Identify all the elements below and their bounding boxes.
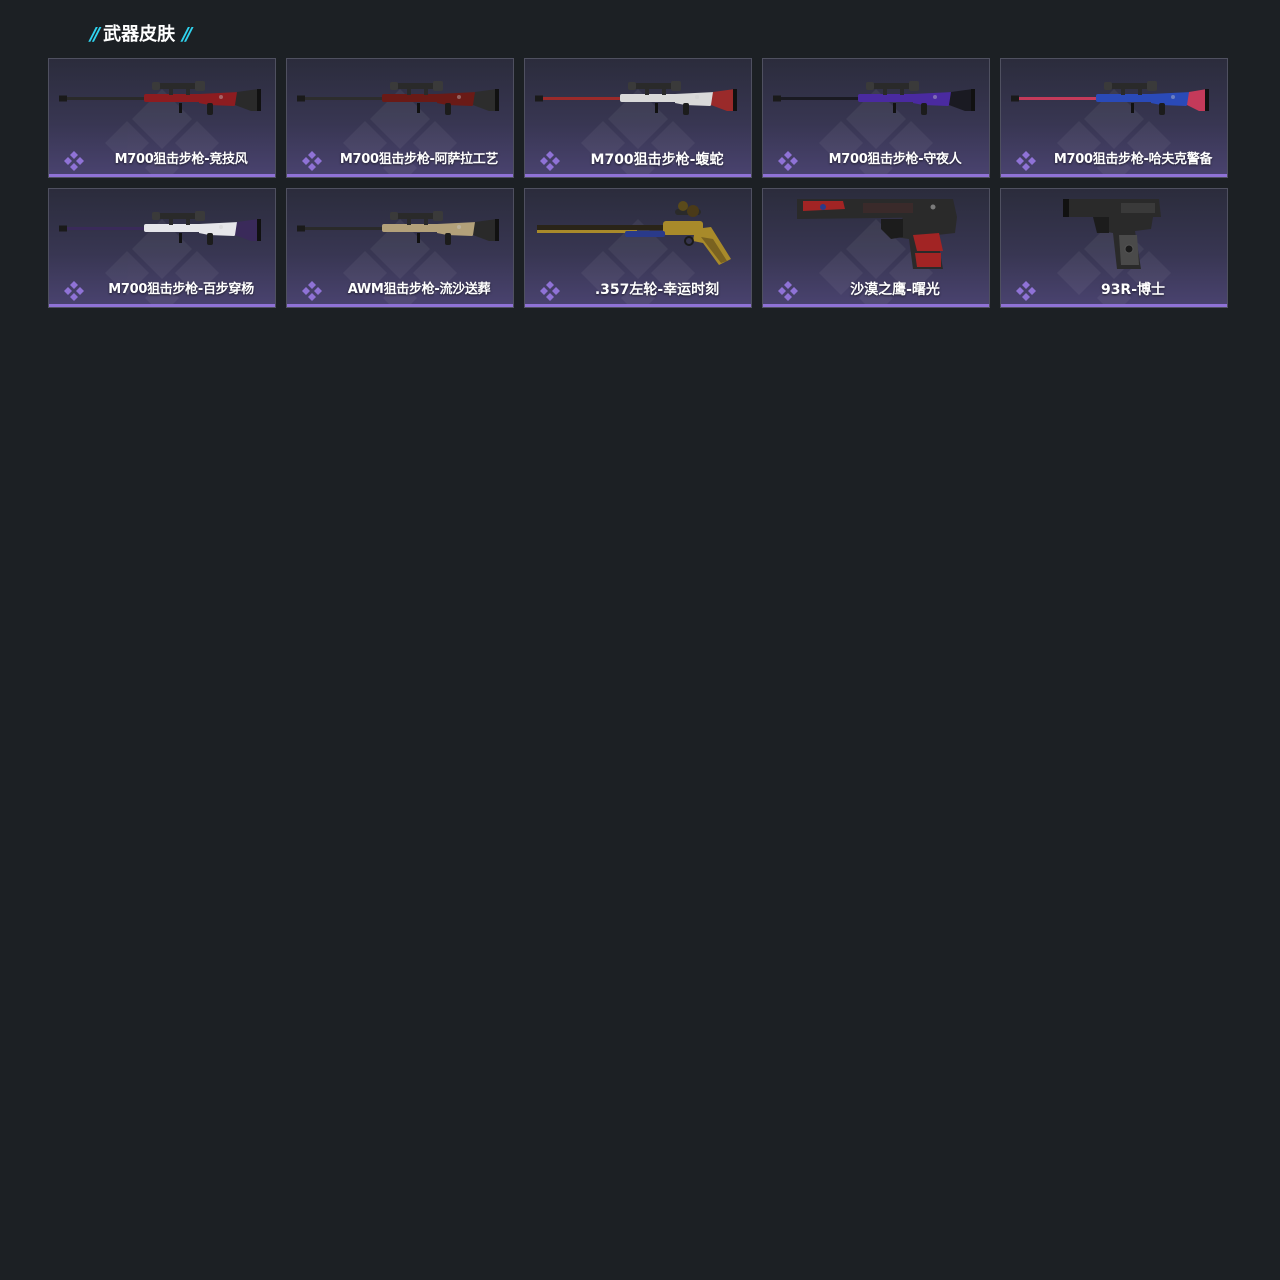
skin-label-row: .357左轮-幸运时刻 bbox=[525, 277, 751, 303]
skin-label-row: M700狙击步枪-阿萨拉工艺 bbox=[287, 147, 513, 173]
rarity-bar bbox=[763, 304, 989, 307]
purple-diamond-icon bbox=[540, 151, 560, 171]
purple-diamond-icon bbox=[1016, 151, 1036, 171]
weapon-skin-card[interactable]: 沙漠之鹰-曙光 bbox=[762, 188, 990, 308]
skin-name: .357左轮-幸运时刻 bbox=[594, 282, 720, 298]
purple-diamond-icon bbox=[302, 151, 322, 171]
weapon-skin-card[interactable]: M700狙击步枪-守夜人 bbox=[762, 58, 990, 178]
skin-name: 沙漠之鹰-曙光 bbox=[850, 282, 940, 298]
rarity-bar bbox=[287, 304, 513, 307]
skin-name: M700狙击步枪-竞技风 bbox=[114, 152, 248, 167]
skin-label-row: M700狙击步枪-守夜人 bbox=[763, 147, 989, 173]
desert-eagle-icon bbox=[797, 199, 957, 269]
right-slash-mark: // bbox=[182, 24, 192, 45]
skin-name: M700狙击步枪-百步穿杨 bbox=[108, 282, 254, 297]
rarity-bar bbox=[1001, 304, 1227, 307]
weapon-skin-card[interactable]: 93R-博士 bbox=[1000, 188, 1228, 308]
sniper-rifle-icon bbox=[297, 211, 499, 245]
weapon-skin-card[interactable]: M700狙击步枪-蝮蛇 bbox=[524, 58, 752, 178]
skin-label-row: M700狙击步枪-蝮蛇 bbox=[525, 147, 751, 173]
rarity-bar bbox=[525, 174, 751, 177]
sniper-rifle-icon bbox=[773, 81, 975, 115]
sniper-rifle-icon bbox=[535, 81, 737, 115]
weapon-skin-grid: M700狙击步枪-竞技风 M700狙击步枪-阿萨拉工艺 M700狙击步枪-蝮蛇 … bbox=[48, 58, 1228, 308]
rarity-bar bbox=[287, 174, 513, 177]
sniper-rifle-icon bbox=[297, 81, 499, 115]
purple-diamond-icon bbox=[778, 151, 798, 171]
weapon-skin-card[interactable]: M700狙击步枪-百步穿杨 bbox=[48, 188, 276, 308]
left-slash-mark: // bbox=[90, 24, 100, 45]
skin-label-row: 93R-博士 bbox=[1001, 277, 1227, 303]
skin-name: M700狙击步枪-蝮蛇 bbox=[590, 152, 724, 168]
skin-label-row: AWM狙击步枪-流沙送葬 bbox=[287, 277, 513, 303]
weapon-skin-card[interactable]: M700狙击步枪-竞技风 bbox=[48, 58, 276, 178]
purple-diamond-icon bbox=[1016, 281, 1036, 301]
weapon-skin-card[interactable]: AWM狙击步枪-流沙送葬 bbox=[286, 188, 514, 308]
purple-diamond-icon bbox=[64, 281, 84, 301]
revolver-icon bbox=[537, 201, 731, 265]
rarity-bar bbox=[49, 174, 275, 177]
weapon-skin-card[interactable]: M700狙击步枪-哈夫克警备 bbox=[1000, 58, 1228, 178]
skin-name: AWM狙击步枪-流沙送葬 bbox=[347, 282, 491, 297]
skin-label-row: M700狙击步枪-哈夫克警备 bbox=[1001, 147, 1227, 173]
skin-name: M700狙击步枪-哈夫克警备 bbox=[1053, 152, 1213, 167]
skin-label-row: M700狙击步枪-竞技风 bbox=[49, 147, 275, 173]
skin-name: M700狙击步枪-守夜人 bbox=[828, 152, 962, 167]
rarity-bar bbox=[763, 174, 989, 177]
section-header: // 武器皮肤 // bbox=[90, 22, 192, 48]
rarity-bar bbox=[525, 304, 751, 307]
sniper-rifle-icon bbox=[59, 211, 261, 245]
rarity-bar bbox=[1001, 174, 1227, 177]
rarity-bar bbox=[49, 304, 275, 307]
sniper-rifle-icon bbox=[59, 81, 261, 115]
skin-name: 93R-博士 bbox=[1100, 282, 1166, 298]
weapon-skin-card[interactable]: M700狙击步枪-阿萨拉工艺 bbox=[286, 58, 514, 178]
purple-diamond-icon bbox=[64, 151, 84, 171]
sniper-rifle-icon bbox=[1011, 81, 1209, 115]
section-title: 武器皮肤 bbox=[103, 24, 176, 45]
purple-diamond-icon bbox=[778, 281, 798, 301]
purple-diamond-icon bbox=[540, 281, 560, 301]
skin-label-row: 沙漠之鹰-曙光 bbox=[763, 277, 989, 303]
skin-label-row: M700狙击步枪-百步穿杨 bbox=[49, 277, 275, 303]
pistol-93r-icon bbox=[1063, 199, 1161, 269]
purple-diamond-icon bbox=[302, 281, 322, 301]
weapon-skin-card[interactable]: .357左轮-幸运时刻 bbox=[524, 188, 752, 308]
skin-name: M700狙击步枪-阿萨拉工艺 bbox=[339, 152, 499, 167]
